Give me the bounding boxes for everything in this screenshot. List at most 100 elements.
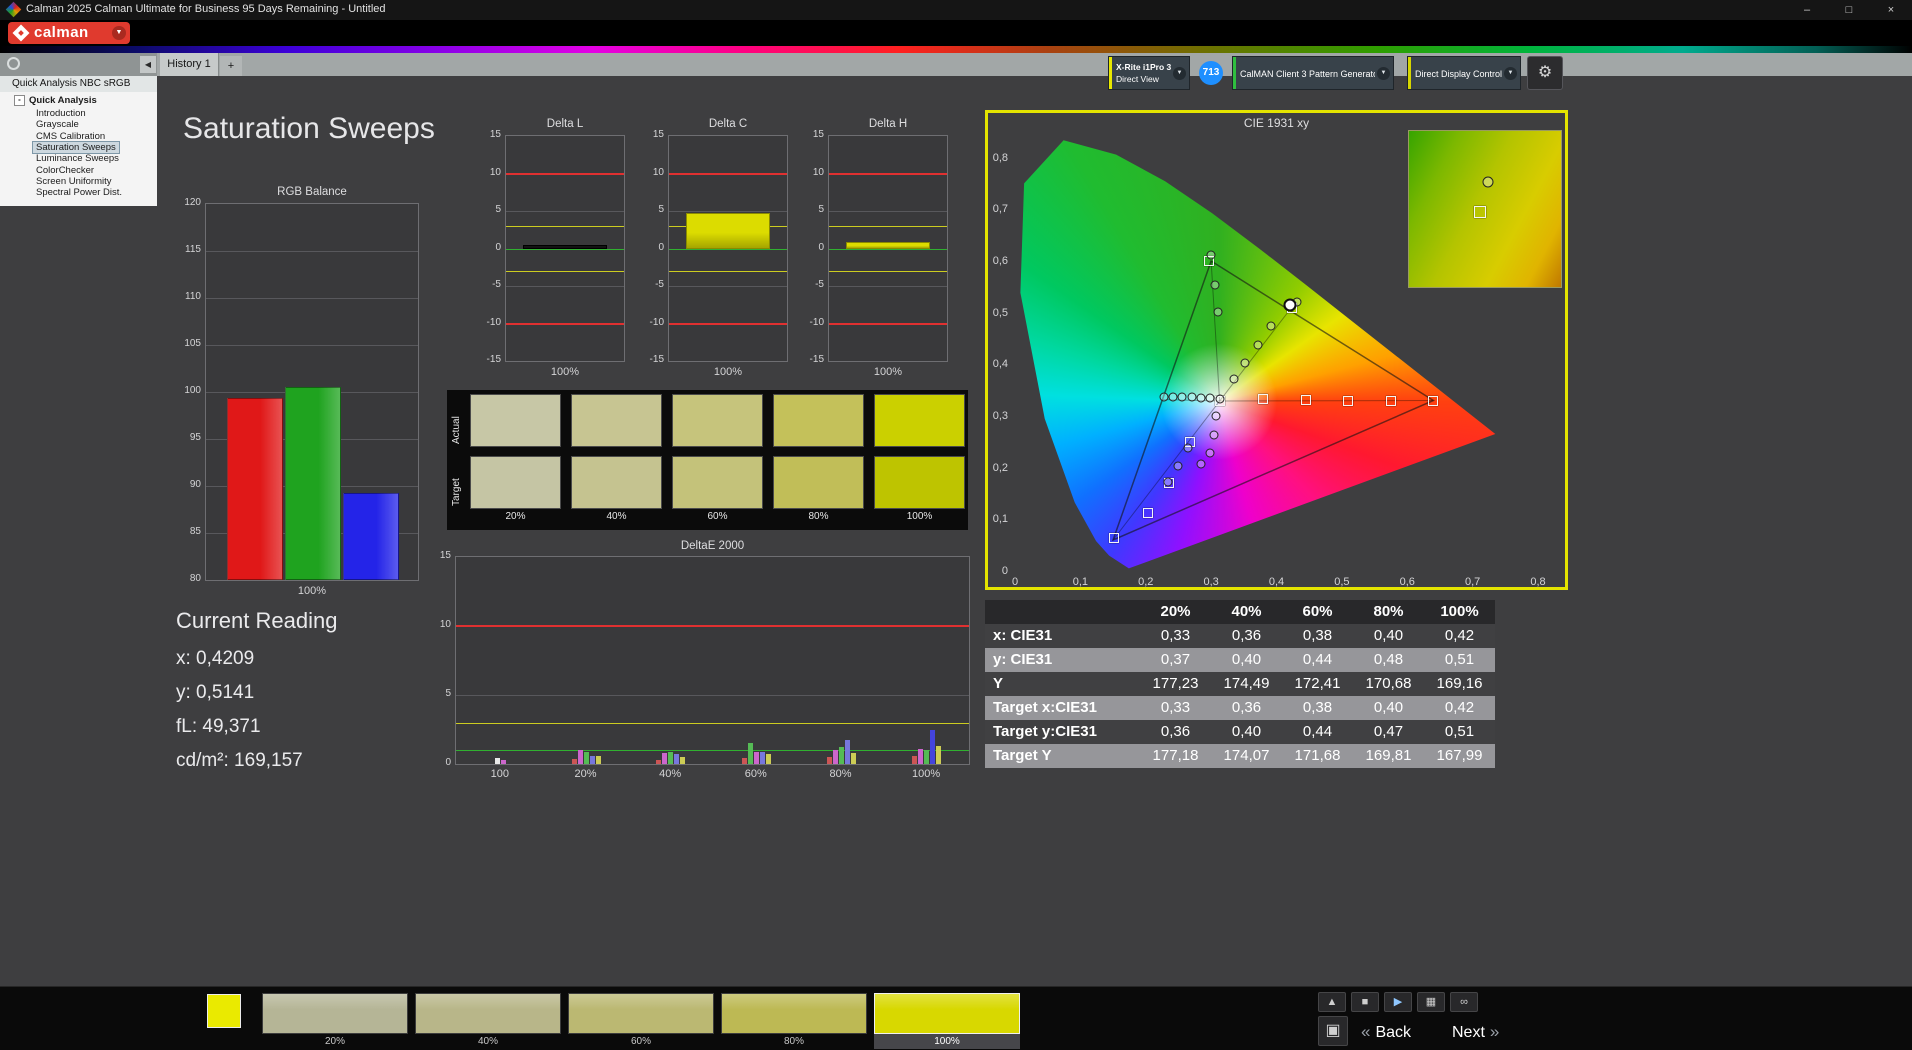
table-row-label: Y bbox=[993, 675, 1004, 692]
table-row-label: Target x:CIE31 bbox=[993, 699, 1097, 716]
back-button[interactable]: «Back bbox=[1356, 1018, 1411, 1046]
delta-c-xlabel: 100% bbox=[713, 366, 743, 378]
minimize-button[interactable]: – bbox=[1786, 0, 1828, 20]
delta-bar bbox=[846, 241, 930, 249]
ref-line-red bbox=[669, 172, 787, 175]
meter-accent bbox=[1109, 57, 1112, 89]
workspace-menu-icon[interactable] bbox=[7, 57, 20, 70]
cie-measured-point bbox=[1205, 393, 1215, 403]
title-bar: Calman 2025 Calman Ultimate for Business… bbox=[0, 0, 1912, 20]
deltae-bar bbox=[741, 758, 747, 764]
calman-logo-text: calman bbox=[34, 24, 89, 41]
deltae-bar bbox=[668, 751, 674, 764]
deltae-y-tick: 15 bbox=[439, 550, 451, 561]
deltae-bar bbox=[924, 750, 930, 764]
link-button[interactable]: ∞ bbox=[1450, 992, 1478, 1012]
target-swatch-20% bbox=[470, 456, 561, 509]
table-header-empty bbox=[985, 600, 1140, 624]
actual-swatch-100% bbox=[874, 394, 965, 447]
pattern-button-100%[interactable] bbox=[874, 993, 1020, 1034]
ref-line-red bbox=[456, 625, 969, 627]
measurement-table: 20% 40% 60% 80% 100% x: CIE31 0,33 0,36 0,38 0,40… bbox=[985, 600, 1495, 768]
delta-y-tick: -5 bbox=[815, 279, 824, 290]
meter-mode: Direct View bbox=[1116, 74, 1159, 84]
cie-y-tick: 0,5 bbox=[992, 306, 1008, 319]
pattern-button-20%[interactable] bbox=[262, 993, 408, 1034]
cie-x-tick: 0,5 bbox=[1334, 576, 1350, 588]
table-cell: 169,81 bbox=[1365, 747, 1412, 764]
sidebar-item-screen-uniformity[interactable]: Screen Uniformity bbox=[33, 176, 115, 187]
cie-target-point bbox=[1300, 394, 1311, 405]
main-menu-chevron-icon[interactable]: ▼ bbox=[112, 26, 126, 40]
next-button[interactable]: Next» bbox=[1452, 1018, 1504, 1046]
table-cell: 0,51 bbox=[1444, 723, 1475, 740]
cie-current-point bbox=[1283, 298, 1297, 312]
display-control-chevron-icon[interactable]: ▼ bbox=[1504, 67, 1517, 80]
cie-x-tick: 0,4 bbox=[1268, 576, 1285, 588]
table-cell: 174,07 bbox=[1223, 747, 1270, 764]
deltae-bar bbox=[674, 754, 680, 764]
sidebar-item-introduction[interactable]: Introduction bbox=[33, 108, 89, 119]
deltae-bar bbox=[747, 743, 753, 764]
cie-x-tick: 0,7 bbox=[1464, 576, 1481, 588]
delta-y-tick: 5 bbox=[495, 204, 501, 215]
pattern-button-80%[interactable] bbox=[721, 993, 867, 1034]
tree-root[interactable]: - Quick Analysis bbox=[14, 95, 97, 106]
deltae-bar bbox=[589, 756, 595, 764]
table-cell: 177,18 bbox=[1152, 747, 1199, 764]
add-tab-button[interactable]: + bbox=[220, 56, 242, 76]
deltae-bar bbox=[918, 748, 924, 764]
deltae-bar bbox=[765, 754, 771, 764]
eject-button[interactable]: ▲ bbox=[1318, 992, 1346, 1012]
pattern-button-60%[interactable] bbox=[568, 993, 714, 1034]
gridline bbox=[456, 695, 969, 696]
target-swatch-40% bbox=[571, 456, 662, 509]
gridline bbox=[506, 286, 624, 287]
table-row: Target x:CIE31 0,33 0,36 0,38 0,40 0,42 bbox=[985, 696, 1495, 720]
cie-measured-point bbox=[1213, 307, 1223, 317]
cie-measured-point bbox=[1229, 374, 1239, 384]
deltae-chart bbox=[455, 556, 970, 765]
calman-logo-button[interactable]: calman ▼ bbox=[8, 22, 130, 44]
active-pattern-swatch[interactable] bbox=[207, 994, 241, 1028]
display-control-dropdown[interactable]: Direct Display Control ▼ bbox=[1407, 56, 1521, 90]
save-button[interactable]: ▦ bbox=[1417, 992, 1445, 1012]
target-swatch-60% bbox=[672, 456, 763, 509]
sidebar-item-luminance-sweeps[interactable]: Luminance Sweeps bbox=[33, 153, 122, 164]
current-reading-title: Current Reading bbox=[176, 608, 338, 633]
meter-dropdown[interactable]: X-Rite i1Pro 3 Direct View ▼ bbox=[1108, 56, 1190, 90]
deltae-bar bbox=[500, 759, 506, 764]
meter-chevron-icon[interactable]: ▼ bbox=[1173, 67, 1186, 80]
cie-y-tick: 0,4 bbox=[992, 358, 1008, 371]
sidebar-item-saturation-sweeps[interactable]: Saturation Sweeps bbox=[32, 140, 120, 154]
window-title: Calman 2025 Calman Ultimate for Business… bbox=[26, 3, 386, 15]
deltae-title: DeltaE 2000 bbox=[680, 540, 745, 552]
cie-measured-point bbox=[1205, 448, 1215, 458]
pattern-window-button[interactable]: ▣ bbox=[1318, 1016, 1348, 1046]
rgb-y-tick: 85 bbox=[189, 526, 201, 537]
sidebar-item-colorchecker[interactable]: ColorChecker bbox=[33, 165, 97, 176]
play-button[interactable]: ▶ bbox=[1384, 992, 1412, 1012]
cie-x-tick: 0,6 bbox=[1399, 576, 1415, 588]
stop-button[interactable]: ■ bbox=[1351, 992, 1379, 1012]
table-cell: 0,44 bbox=[1302, 651, 1333, 668]
tree-collapse-icon[interactable]: - bbox=[14, 95, 25, 106]
table-cell: 177,23 bbox=[1152, 675, 1199, 692]
cie-measured-point bbox=[1173, 461, 1183, 471]
settings-button[interactable]: ⚙ bbox=[1527, 56, 1563, 90]
sidebar-item-spectral-power-dist-[interactable]: Spectral Power Dist. bbox=[33, 187, 125, 198]
close-button[interactable]: × bbox=[1870, 0, 1912, 20]
cie-target-point bbox=[1385, 395, 1396, 406]
sidebar-item-grayscale[interactable]: Grayscale bbox=[33, 119, 82, 130]
cie-measured-point bbox=[1183, 443, 1193, 453]
next-arrows-icon: » bbox=[1489, 1022, 1500, 1041]
pattern-generator-dropdown[interactable]: CalMAN Client 3 Pattern Generator ▼ bbox=[1232, 56, 1394, 90]
sidebar-item-cms-calibration[interactable]: CMS Calibration bbox=[33, 131, 108, 142]
table-cell: 169,16 bbox=[1436, 675, 1483, 692]
pattern-button-40%[interactable] bbox=[415, 993, 561, 1034]
pattern-generator-chevron-icon[interactable]: ▼ bbox=[1377, 67, 1390, 80]
maximize-button[interactable]: □ bbox=[1828, 0, 1870, 20]
tab-history-1[interactable]: History 1 bbox=[160, 53, 219, 76]
delta-y-tick: -5 bbox=[655, 279, 664, 290]
collapse-sidebar-button[interactable]: ◀ bbox=[140, 56, 156, 73]
